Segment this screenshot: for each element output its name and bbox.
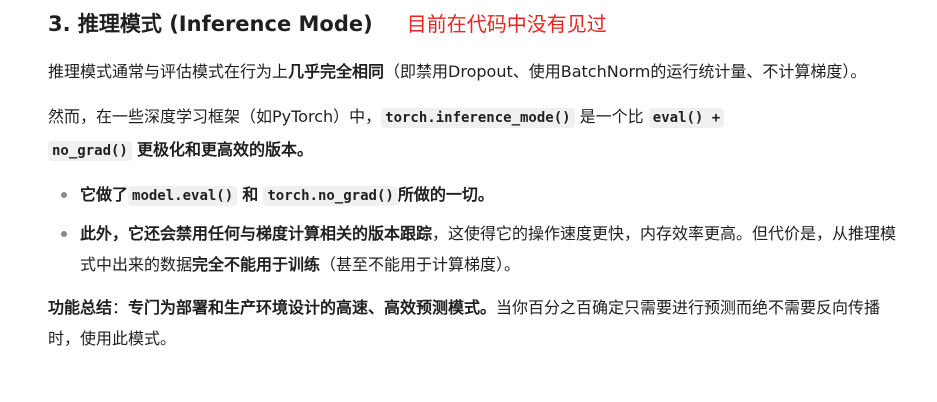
document-page: 3. 推理模式 (Inference Mode) 目前在代码中没有见过 推理模式…	[0, 0, 937, 402]
bullet-dot-icon	[61, 231, 67, 237]
paragraph-text: 推理模式通常与评估模式在行为上	[48, 62, 289, 81]
bold-text: 几乎完全相同	[288, 62, 385, 81]
bold-text: 所做的一切。	[397, 185, 494, 204]
inline-code: model.eval()	[128, 186, 238, 206]
bold-text: 它做了	[80, 185, 129, 204]
inline-code: eval() +	[648, 108, 725, 128]
bullet-dot-icon	[61, 192, 67, 198]
paragraph-text: ：	[112, 298, 129, 317]
bold-text: 此外，它还会禁用任何与梯度计算相关的版本跟踪	[80, 224, 433, 243]
section-heading: 3. 推理模式 (Inference Mode)	[48, 12, 373, 36]
list-item: 此外，它还会禁用任何与梯度计算相关的版本跟踪，这使得它的操作速度更快，内存效率更…	[61, 218, 897, 280]
paragraph-summary: 功能总结：专门为部署和生产环境设计的高速、高效预测模式。当你百分之百确定只需要进…	[48, 292, 897, 354]
bold-text: 功能总结	[48, 298, 113, 317]
paragraph-text: 是一个比	[579, 107, 644, 126]
bold-text: 专门为部署和生产环境设计的高速、高效预测模式。	[128, 298, 497, 317]
bold-text: 更极化和更高效的版本。	[136, 140, 313, 159]
red-annotation: 目前在代码中没有见过	[406, 12, 607, 36]
paragraph-pytorch: 然而，在一些深度学习框架（如PyTorch）中， torch.inference_…	[48, 101, 897, 167]
paragraph-intro: 推理模式通常与评估模式在行为上几乎完全相同（即禁用Dropout、使用Batch…	[48, 56, 897, 87]
bullet-list: 它做了 model.eval() 和 torch.no_grad() 所做的一切。 …	[48, 179, 897, 280]
list-item: 它做了 model.eval() 和 torch.no_grad() 所做的一切。	[61, 179, 897, 212]
paragraph-text: 然而，在一些深度学习框架（如PyTorch）中，	[48, 107, 382, 126]
inline-code: torch.no_grad()	[263, 186, 398, 206]
paragraph-text: （甚至不能用于计算梯度）。	[320, 255, 521, 274]
heading-row: 3. 推理模式 (Inference Mode) 目前在代码中没有见过	[48, 0, 897, 50]
bold-text: 和	[242, 185, 259, 204]
paragraph-text: （即禁用Dropout、使用BatchNorm的运行统计量、不计算梯度）。	[384, 62, 867, 81]
bold-text: 完全不能用于训练	[192, 255, 321, 274]
inline-code: no_grad()	[48, 141, 132, 161]
inline-code: torch.inference_mode()	[381, 108, 575, 128]
